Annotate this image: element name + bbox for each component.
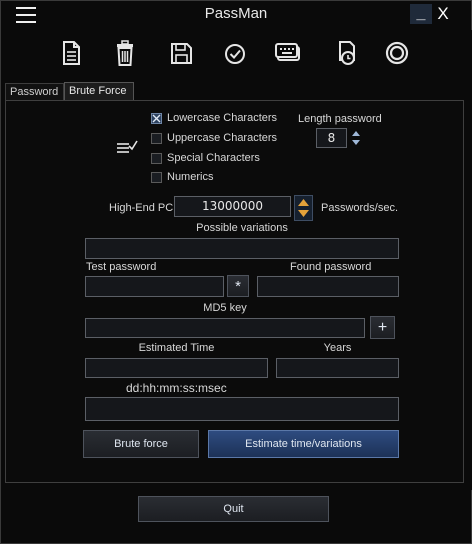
- length-stepper[interactable]: [351, 128, 361, 148]
- md5-key-input[interactable]: [85, 318, 365, 338]
- check-circle-icon[interactable]: [220, 38, 250, 68]
- md5-key-label: MD5 key: [203, 302, 247, 314]
- minimize-button[interactable]: _: [410, 4, 432, 24]
- keyboard-icon[interactable]: [273, 38, 303, 68]
- years-label: Years: [323, 342, 352, 354]
- quit-button[interactable]: Quit: [138, 496, 329, 522]
- lowercase-checkbox[interactable]: [151, 113, 162, 124]
- length-password-label: Length password: [298, 113, 382, 125]
- new-document-icon[interactable]: [56, 38, 86, 68]
- speed-stepper[interactable]: [294, 195, 313, 221]
- tab-password[interactable]: Password: [5, 83, 64, 100]
- window-edge: [464, 30, 472, 490]
- test-password-label: Test password: [86, 261, 157, 273]
- lowercase-label: Lowercase Characters: [167, 112, 278, 124]
- mask-toggle-button[interactable]: *: [227, 275, 249, 297]
- estimate-button[interactable]: Estimate time/variations: [208, 430, 399, 458]
- numerics-label: Numerics: [167, 171, 214, 183]
- time-output-field[interactable]: [85, 397, 399, 421]
- special-checkbox[interactable]: [151, 153, 162, 164]
- speed-unit-label: Passwords/sec.: [321, 202, 399, 214]
- tab-brute-force[interactable]: Brute Force: [64, 82, 134, 100]
- uppercase-checkbox[interactable]: [151, 133, 162, 144]
- years-field[interactable]: [276, 358, 399, 378]
- add-md5-button[interactable]: +: [370, 316, 395, 339]
- checklist-icon: [116, 139, 138, 157]
- uppercase-label: Uppercase Characters: [167, 132, 278, 144]
- settings-ring-icon[interactable]: [382, 38, 412, 68]
- special-label: Special Characters: [167, 152, 260, 164]
- found-password-field[interactable]: [257, 276, 399, 297]
- passwords-per-second-input[interactable]: 13000000: [174, 196, 291, 217]
- history-icon[interactable]: [331, 38, 361, 68]
- estimated-time-field[interactable]: [85, 358, 268, 378]
- found-password-label: Found password: [290, 261, 372, 273]
- machine-label: High-End PC: [109, 202, 174, 214]
- possible-variations-field[interactable]: [85, 238, 399, 259]
- app-title: PassMan: [204, 5, 268, 22]
- possible-variations-label: Possible variations: [196, 222, 288, 234]
- time-format-label: dd:hh:mm:ss:msec: [126, 381, 227, 395]
- brute-force-button[interactable]: Brute force: [83, 430, 199, 458]
- close-button[interactable]: X: [432, 4, 454, 24]
- estimated-time-label: Estimated Time: [138, 342, 215, 354]
- numerics-checkbox[interactable]: [151, 172, 162, 183]
- length-password-input[interactable]: 8: [316, 128, 347, 148]
- save-icon[interactable]: [166, 38, 196, 68]
- delete-icon[interactable]: [110, 38, 140, 68]
- test-password-input[interactable]: [85, 276, 224, 297]
